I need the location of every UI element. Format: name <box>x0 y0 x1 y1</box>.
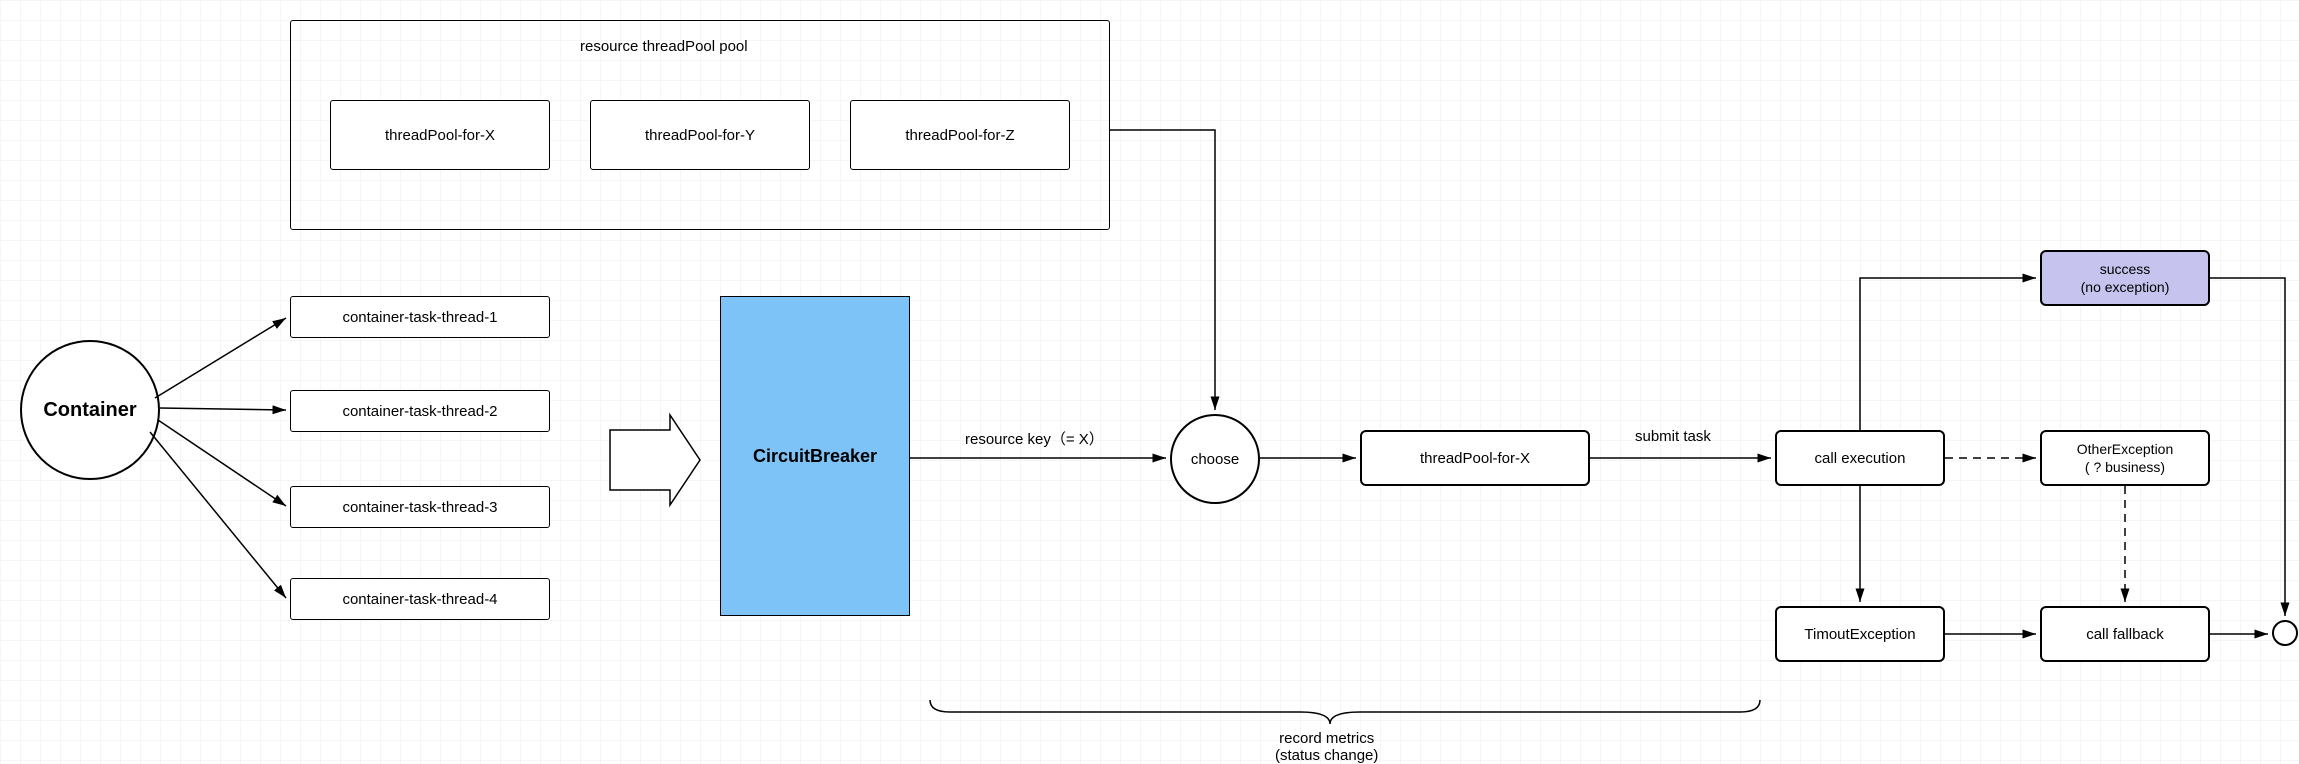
threadpool-for-x-label: threadPool-for-X <box>1420 450 1530 467</box>
other-exception-node: OtherException ( ? business) <box>2040 430 2210 486</box>
container-node: Container <box>20 340 160 480</box>
call-fallback-label: call fallback <box>2086 626 2164 643</box>
pool-item-x: threadPool-for-X <box>330 100 550 170</box>
timeout-exception-label: TimoutException <box>1804 626 1915 643</box>
choose-node: choose <box>1170 414 1260 504</box>
pool-item-label: threadPool-for-X <box>385 127 495 144</box>
choose-label: choose <box>1191 451 1239 468</box>
success-node: success (no exception) <box>2040 250 2210 306</box>
resource-key-label: resource key（= X） <box>965 428 1104 449</box>
call-execution-label: call execution <box>1815 450 1906 467</box>
pool-item-label: threadPool-for-Y <box>645 127 755 144</box>
pool-item-y: threadPool-for-Y <box>590 100 810 170</box>
task-thread-4: container-task-thread-4 <box>290 578 550 620</box>
end-node <box>2272 620 2298 646</box>
success-label-2: (no exception) <box>2081 279 2170 295</box>
other-exception-label-1: OtherException <box>2077 441 2174 457</box>
pool-item-z: threadPool-for-Z <box>850 100 1070 170</box>
task-thread-1: container-task-thread-1 <box>290 296 550 338</box>
timeout-exception-node: TimoutException <box>1775 606 1945 662</box>
task-thread-3: container-task-thread-3 <box>290 486 550 528</box>
task-label: container-task-thread-4 <box>342 591 497 608</box>
record-metrics-label: record metrics (status change) <box>1275 730 1378 764</box>
circuit-breaker-node: CircuitBreaker <box>720 296 910 616</box>
pool-item-label: threadPool-for-Z <box>905 127 1014 144</box>
pool-title: resource threadPool pool <box>580 38 748 55</box>
task-thread-2: container-task-thread-2 <box>290 390 550 432</box>
success-label-1: success <box>2100 261 2151 277</box>
call-execution-node: call execution <box>1775 430 1945 486</box>
task-label: container-task-thread-3 <box>342 499 497 516</box>
submit-task-label: submit task <box>1635 428 1711 445</box>
call-fallback-node: call fallback <box>2040 606 2210 662</box>
threadpool-for-x-node: threadPool-for-X <box>1360 430 1590 486</box>
task-label: container-task-thread-1 <box>342 309 497 326</box>
other-exception-label-2: ( ? business) <box>2085 459 2165 475</box>
container-label: Container <box>43 399 136 422</box>
task-label: container-task-thread-2 <box>342 403 497 420</box>
circuit-breaker-label: CircuitBreaker <box>753 446 877 467</box>
